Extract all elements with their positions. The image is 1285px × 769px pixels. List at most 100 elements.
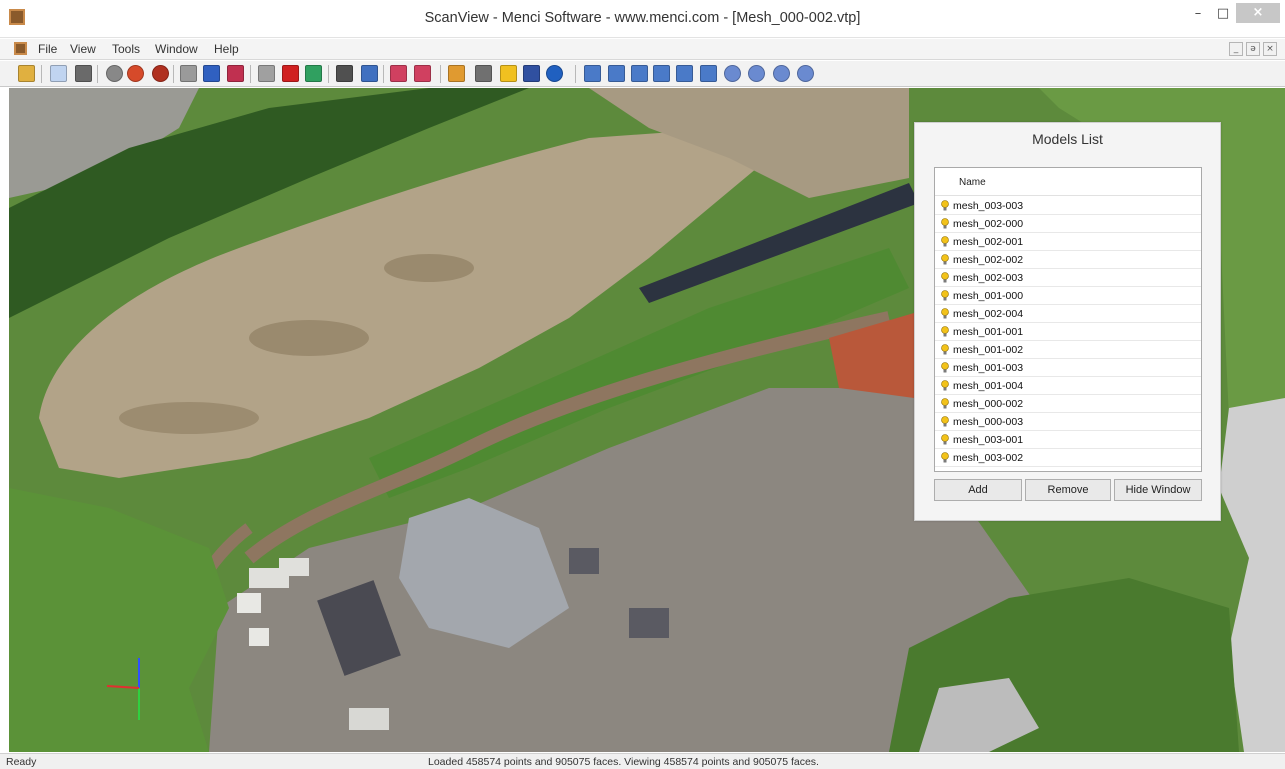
lightbulb-icon[interactable] — [941, 344, 949, 355]
model-name-label: mesh_000-002 — [953, 398, 1024, 410]
list-item[interactable]: mesh_001-001 — [935, 323, 1201, 341]
add-button[interactable]: Add — [934, 479, 1022, 501]
mdi-minimize-button[interactable]: _ — [1229, 42, 1243, 56]
measure-line-icon[interactable] — [390, 65, 407, 82]
model-name-label: mesh_002-001 — [953, 236, 1024, 248]
hide-window-button[interactable]: Hide Window — [1114, 479, 1202, 501]
mesh-cube-icon[interactable] — [305, 65, 322, 82]
toolbar-separator — [173, 65, 174, 83]
list-column-header[interactable]: Name — [935, 168, 1201, 196]
model-name-label: mesh_000-003 — [953, 416, 1024, 428]
column-name-label: Name — [959, 177, 986, 188]
view-left-icon[interactable] — [631, 65, 648, 82]
model-name-label: mesh_001-004 — [953, 380, 1024, 392]
list-item[interactable]: mesh_002-004 — [935, 305, 1201, 323]
model-name-label: mesh_002-000 — [953, 218, 1024, 230]
status-bar: Ready Loaded 458574 points and 905075 fa… — [0, 753, 1285, 769]
view-iso-2-icon[interactable] — [748, 65, 765, 82]
lightbulb-icon[interactable] — [941, 218, 949, 229]
model-name-label: mesh_002-004 — [953, 308, 1024, 320]
lightbulb-icon[interactable] — [941, 362, 949, 373]
list-item[interactable]: mesh_003-003 — [935, 197, 1201, 215]
lightbulb-icon[interactable] — [941, 308, 949, 319]
lightbulb-icon[interactable] — [941, 416, 949, 427]
lightbulb-icon[interactable] — [941, 236, 949, 247]
mdi-restore-button[interactable]: ə — [1246, 42, 1260, 56]
list-item[interactable]: mesh_001-000 — [935, 287, 1201, 305]
view-iso-1-icon[interactable] — [724, 65, 741, 82]
lightbulb-icon[interactable] — [941, 326, 949, 337]
model-name-label: mesh_003-001 — [953, 434, 1024, 446]
menu-window[interactable]: Window — [155, 42, 198, 56]
models-list[interactable]: Name mesh_003-003 mesh_002-000 mesh_002-00… — [934, 167, 1202, 472]
view-iso-3-icon[interactable] — [773, 65, 790, 82]
window-layout-icon[interactable] — [75, 65, 92, 82]
color-box-icon[interactable] — [203, 65, 220, 82]
menu-file[interactable]: File — [38, 42, 57, 56]
list-item[interactable]: mesh_002-001 — [935, 233, 1201, 251]
list-item[interactable]: mesh_001-004 — [935, 377, 1201, 395]
toolbar-separator — [440, 65, 441, 83]
list-item[interactable]: mesh_002-002 — [935, 251, 1201, 269]
view-bottom-icon[interactable] — [700, 65, 717, 82]
list-item[interactable]: mesh_001-002 — [935, 341, 1201, 359]
measure-line-2-icon[interactable] — [414, 65, 431, 82]
close-button[interactable]: × — [1236, 3, 1280, 23]
lightbulb-icon[interactable] — [500, 65, 517, 82]
lightbulb-icon[interactable] — [941, 452, 949, 463]
lightbulb-icon[interactable] — [941, 434, 949, 445]
list-item[interactable]: mesh_000-003 — [935, 413, 1201, 431]
lightbulb-icon[interactable] — [941, 380, 949, 391]
info-icon[interactable] — [546, 65, 563, 82]
frame-icon[interactable] — [258, 65, 275, 82]
model-name-label: mesh_002-002 — [953, 254, 1024, 266]
axes-gizmo — [106, 658, 140, 720]
lightbulb-icon[interactable] — [941, 254, 949, 265]
list-item[interactable]: mesh_003-002 — [935, 449, 1201, 467]
lightbulb-icon[interactable] — [941, 290, 949, 301]
menu-view[interactable]: View — [70, 42, 96, 56]
models-list-title: Models List — [1032, 131, 1103, 147]
model-name-label: mesh_001-003 — [953, 362, 1024, 374]
toolbar-separator — [250, 65, 251, 83]
model-name-label: mesh_001-000 — [953, 290, 1024, 302]
printer-icon[interactable] — [475, 65, 492, 82]
list-item[interactable]: mesh_001-003 — [935, 359, 1201, 377]
mdi-close-button[interactable]: × — [1263, 42, 1277, 56]
color-sphere-icon[interactable] — [127, 65, 144, 82]
box-outline-icon[interactable] — [180, 65, 197, 82]
document-icon[interactable] — [14, 42, 27, 55]
circle-outline-icon[interactable] — [106, 65, 123, 82]
list-item[interactable]: mesh_002-000 — [935, 215, 1201, 233]
toolbar-separator — [383, 65, 384, 83]
eye-icon[interactable] — [336, 65, 353, 82]
list-item[interactable]: mesh_000-002 — [935, 395, 1201, 413]
list-item[interactable]: mesh_003-001 — [935, 431, 1201, 449]
list-item[interactable]: mesh_002-003 — [935, 269, 1201, 287]
red-sphere-icon[interactable] — [152, 65, 169, 82]
window-title: ScanView - Menci Software - www.menci.co… — [424, 10, 861, 26]
texture-icon[interactable] — [361, 65, 378, 82]
view-iso-4-icon[interactable] — [797, 65, 814, 82]
view-back-icon[interactable] — [608, 65, 625, 82]
view-front-icon[interactable] — [584, 65, 601, 82]
menu-help[interactable]: Help — [214, 42, 239, 56]
lightbulb-icon[interactable] — [941, 398, 949, 409]
open-folder-icon[interactable] — [18, 65, 35, 82]
remove-button[interactable]: Remove — [1025, 479, 1111, 501]
cube-color-icon[interactable] — [282, 65, 299, 82]
status-ready: Ready — [6, 756, 37, 768]
menu-tools[interactable]: Tools — [112, 42, 140, 56]
model-name-label: mesh_003-002 — [953, 452, 1024, 464]
ruler-icon[interactable] — [448, 65, 465, 82]
list-view-icon[interactable] — [50, 65, 67, 82]
red-box-icon[interactable] — [227, 65, 244, 82]
view-top-icon[interactable] — [676, 65, 693, 82]
lightbulb-icon[interactable] — [941, 200, 949, 211]
x-axis — [106, 685, 140, 689]
view-right-icon[interactable] — [653, 65, 670, 82]
model-name-label: mesh_001-001 — [953, 326, 1024, 338]
toolbar-separator — [41, 65, 42, 83]
magnet-icon[interactable] — [523, 65, 540, 82]
lightbulb-icon[interactable] — [941, 272, 949, 283]
